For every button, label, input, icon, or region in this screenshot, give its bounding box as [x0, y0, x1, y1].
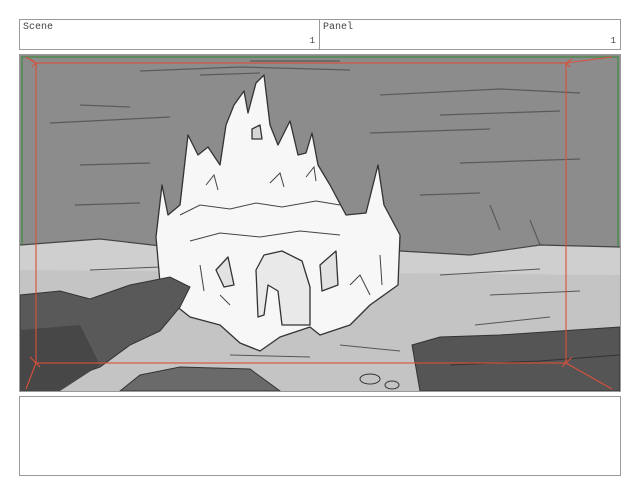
rock-right: [411, 326, 620, 391]
scene-cell: Scene 1: [19, 19, 320, 50]
panel-cell: Panel 1: [319, 19, 621, 50]
scene-number[interactable]: 1: [310, 36, 315, 46]
storyboard-panel-frame[interactable]: [19, 54, 621, 392]
panel-number[interactable]: 1: [611, 36, 616, 46]
castle-sketch-image: [20, 55, 620, 391]
panel-label: Panel: [323, 22, 354, 33]
scene-label: Scene: [23, 22, 54, 33]
notes-box[interactable]: [19, 396, 621, 476]
